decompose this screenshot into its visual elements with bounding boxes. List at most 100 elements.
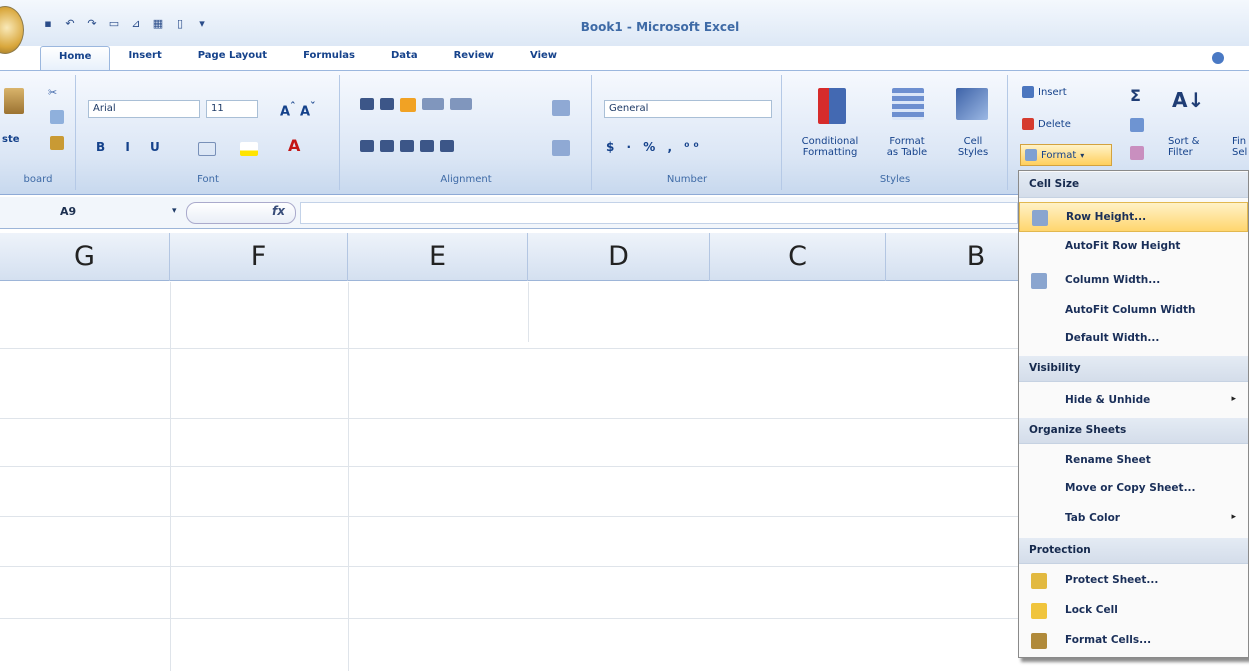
column-header-g[interactable]: G <box>0 233 170 281</box>
grid-line <box>0 566 1020 567</box>
cut-icon[interactable]: ✂ <box>48 86 57 99</box>
font-size-combo[interactable]: 11 <box>206 100 258 118</box>
decrease-indent-icon[interactable] <box>420 140 434 152</box>
format-as-table-button[interactable]: Format as Table <box>874 136 940 158</box>
tab-review[interactable]: Review <box>436 46 512 70</box>
column-header-e[interactable]: E <box>348 233 528 281</box>
clipboard-group-label: board <box>23 174 53 185</box>
center-icon[interactable] <box>380 140 394 152</box>
column-header-f[interactable]: F <box>170 233 348 281</box>
alignment-group <box>340 75 592 190</box>
styles-group-label: Styles <box>879 174 911 185</box>
orientation-icon[interactable] <box>422 98 444 110</box>
middle-align-icon[interactable] <box>380 98 394 110</box>
chart-icon[interactable]: ▯ <box>172 17 188 31</box>
insert-cells-button[interactable]: Insert <box>1022 86 1067 98</box>
menu-section-protection: Protection <box>1019 538 1248 564</box>
undo-icon[interactable]: ↶ <box>62 17 78 31</box>
help-icon[interactable] <box>1212 52 1224 64</box>
tab-home[interactable]: Home <box>40 46 111 70</box>
name-box[interactable]: A9 <box>20 202 170 224</box>
number-group-label: Number <box>666 174 708 185</box>
menu-section-cell-size: Cell Size <box>1019 172 1248 198</box>
format-icon <box>1025 149 1037 161</box>
merge-center-icon[interactable] <box>552 100 570 116</box>
grid-line <box>0 348 1020 349</box>
grid-line <box>0 618 1020 619</box>
save-icon[interactable]: ▪ <box>40 17 56 31</box>
bold-italic-underline-buttons[interactable]: B I U <box>96 140 168 154</box>
grid-line <box>170 282 171 671</box>
clear-icon[interactable] <box>1130 146 1144 160</box>
menu-section-organize-sheets: Organize Sheets <box>1019 418 1248 444</box>
merge-cells-icon[interactable] <box>552 140 570 156</box>
font-color-icon[interactable]: A <box>288 136 300 155</box>
copy-icon[interactable] <box>50 110 64 124</box>
menu-item-move-copy-sheet[interactable]: Move or Copy Sheet... <box>1019 474 1248 504</box>
insert-function-button[interactable]: fx <box>272 204 285 218</box>
tab-data[interactable]: Data <box>373 46 436 70</box>
tab-insert[interactable]: Insert <box>110 46 179 70</box>
name-box-dropdown-icon[interactable]: ▾ <box>172 206 177 216</box>
format-painter-icon[interactable] <box>50 136 64 150</box>
lock-icon <box>1031 603 1047 619</box>
redo-icon[interactable]: ↷ <box>84 17 100 31</box>
number-format-combo[interactable]: General <box>604 100 772 118</box>
grid-line <box>348 282 349 671</box>
wrap-text-icon[interactable] <box>450 98 472 110</box>
fill-icon[interactable] <box>1130 118 1144 132</box>
sort-filter-button[interactable]: Sort & Filter <box>1168 136 1199 158</box>
menu-item-row-height[interactable]: Row Height... <box>1019 202 1248 232</box>
chevron-down-icon: ▾ <box>1080 150 1085 160</box>
tab-view[interactable]: View <box>512 46 575 70</box>
menu-item-rename-sheet[interactable]: Rename Sheet <box>1019 446 1248 476</box>
menu-item-tab-color[interactable]: Tab Color ▸ <box>1019 504 1248 534</box>
menu-item-column-width[interactable]: Column Width... <box>1019 266 1248 296</box>
paste-icon[interactable] <box>4 88 24 114</box>
column-header-c[interactable]: C <box>710 233 886 281</box>
align-left-icon[interactable] <box>360 140 374 152</box>
menu-item-autofit-row-height[interactable]: AutoFit Row Height <box>1019 232 1248 262</box>
grid-line <box>528 282 529 342</box>
grid-line <box>0 418 1020 419</box>
font-name-combo[interactable]: Arial <box>88 100 200 118</box>
menu-item-lock-cell[interactable]: Lock Cell <box>1019 596 1248 626</box>
menu-item-format-cells[interactable]: Format Cells... <box>1019 626 1248 656</box>
format-cells-dropdown-button[interactable]: Format ▾ <box>1020 144 1112 166</box>
conditional-formatting-button[interactable]: Conditional Formatting <box>790 136 870 158</box>
increase-indent-icon[interactable] <box>440 140 454 152</box>
format-cells-icon <box>1031 633 1047 649</box>
grow-font-icon[interactable]: Aˆ Aˇ <box>280 100 316 119</box>
column-header-d[interactable]: D <box>528 233 710 281</box>
align-right-icon[interactable] <box>400 140 414 152</box>
borders-icon[interactable]: ▦ <box>150 17 166 31</box>
delete-cells-button[interactable]: Delete <box>1022 118 1071 130</box>
ribbon-tabs: Home Insert Page Layout Formulas Data Re… <box>40 46 575 70</box>
print-preview-icon[interactable]: ▭ <box>106 17 122 31</box>
cell-styles-button[interactable]: Cell Styles <box>944 136 1002 158</box>
top-align-icon[interactable] <box>360 98 374 110</box>
submenu-arrow-icon: ▸ <box>1231 394 1236 404</box>
tab-formulas[interactable]: Formulas <box>285 46 373 70</box>
menu-section-visibility: Visibility <box>1019 356 1248 382</box>
fill-color-icon[interactable] <box>240 142 258 156</box>
menu-item-default-width[interactable]: Default Width... <box>1019 324 1248 354</box>
cell-styles-icon[interactable] <box>956 88 988 120</box>
menu-item-autofit-column-width[interactable]: AutoFit Column Width <box>1019 296 1248 326</box>
number-format-buttons[interactable]: $ · % , ⁰⁰ <box>606 140 703 154</box>
sort-filter-icon[interactable]: A↓ <box>1172 88 1204 112</box>
find-select-button[interactable]: Fin Sel <box>1232 136 1247 158</box>
menu-item-hide-unhide[interactable]: Hide & Unhide ▸ <box>1019 386 1248 416</box>
submenu-arrow-icon: ▸ <box>1231 512 1236 522</box>
conditional-formatting-icon[interactable] <box>818 88 846 124</box>
tab-page-layout[interactable]: Page Layout <box>180 46 285 70</box>
formula-input[interactable] <box>300 202 1018 224</box>
customize-qat-icon[interactable]: ▾ <box>194 17 210 31</box>
format-painter-icon[interactable]: ⊿ <box>128 17 144 31</box>
bottom-align-icon[interactable] <box>400 98 416 112</box>
border-icon[interactable] <box>198 142 216 156</box>
autosum-icon[interactable]: Σ <box>1130 86 1141 105</box>
menu-item-protect-sheet[interactable]: Protect Sheet... <box>1019 566 1248 596</box>
worksheet-grid[interactable] <box>0 282 1020 671</box>
format-as-table-icon[interactable] <box>892 88 924 120</box>
